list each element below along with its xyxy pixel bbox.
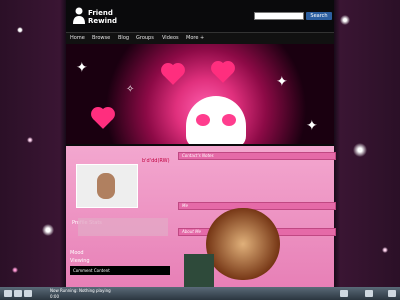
viewing-label: Viewing (70, 258, 90, 264)
profile-left-column: b'd'dd(RW) Profile Stats Mood Viewing Co… (66, 146, 172, 290)
search-input[interactable] (254, 12, 304, 20)
page-container: Friend Rewind Search Home Browse Blog Gr… (66, 0, 336, 290)
nav-home[interactable]: Home (70, 35, 85, 41)
site-logo[interactable]: Friend Rewind (72, 7, 117, 27)
profile-stats-box (78, 218, 168, 236)
star-icon: ✦ (276, 74, 288, 90)
media-taskbar: Now Running: Nothing playing 0:00 (0, 287, 400, 300)
friend-rewind-logo-icon (73, 7, 85, 24)
skull-graphic (186, 96, 246, 144)
prev-button[interactable] (4, 290, 12, 297)
next-button[interactable] (24, 290, 32, 297)
profile-banner: ✦ ✦ ✦ ✧ (66, 44, 334, 144)
nav-videos[interactable]: Videos (162, 35, 179, 41)
nav-more[interactable]: More + (186, 35, 204, 41)
profile-right-column: Contact's Notes Me About Me (172, 146, 336, 290)
avatar (97, 173, 115, 199)
comments-header-label: Comment Content (73, 268, 110, 273)
nav-browse[interactable]: Browse (92, 35, 110, 41)
star-icon: ✧ (126, 84, 135, 95)
right-panel-2: Me (178, 202, 336, 210)
profile-username: b'd'dd(RW) (142, 158, 170, 164)
settings-icon[interactable] (388, 290, 396, 297)
volume-icon[interactable] (340, 290, 348, 297)
right-panel-3-label: About Me (182, 229, 202, 234)
heart-icon (163, 65, 183, 85)
mood-label: Mood (70, 250, 84, 256)
heart-icon (213, 63, 233, 83)
now-playing-text: Now Running: Nothing playing (50, 288, 111, 293)
top-header: Friend Rewind Search (66, 0, 334, 32)
photo-thumbnail[interactable] (184, 254, 214, 288)
nav-groups[interactable]: Groups (136, 35, 154, 41)
track-time: 0:00 (50, 294, 59, 299)
logo-line-2: Rewind (88, 17, 117, 25)
right-panel-1: Contact's Notes (178, 152, 336, 160)
star-icon: ✦ (306, 118, 318, 134)
logo-text: Friend Rewind (88, 9, 117, 25)
comments-header-bar: Comment Content (70, 266, 170, 275)
star-icon: ✦ (76, 60, 88, 76)
right-panel-2-label: Me (182, 203, 188, 208)
logo-line-1: Friend (88, 9, 113, 17)
nav-blog[interactable]: Blog (118, 35, 129, 41)
play-button[interactable] (14, 290, 22, 297)
search-button[interactable]: Search (306, 12, 332, 20)
profile-photo[interactable] (76, 164, 138, 208)
decorative-skull-image (206, 208, 280, 280)
right-panel-1-label: Contact's Notes (182, 153, 214, 158)
heart-icon (93, 109, 113, 129)
minimize-icon[interactable] (365, 290, 373, 297)
